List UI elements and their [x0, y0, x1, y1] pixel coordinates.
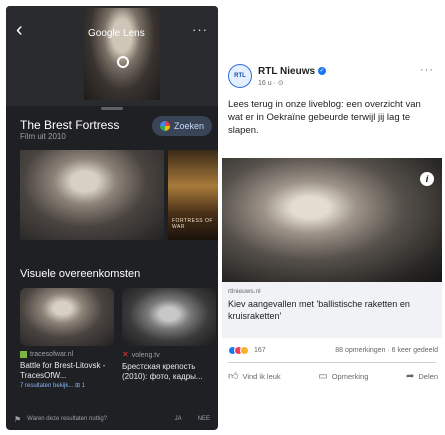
search-button[interactable]: Zoeken — [152, 116, 212, 136]
post-actions: 👍︎ Vind ik leuk ▭ Opmerking ➦ Delen — [228, 370, 438, 383]
visual-match-image[interactable] — [20, 288, 114, 346]
post-options-icon[interactable]: ··· — [420, 64, 434, 76]
site-favicon-icon: ✕ — [122, 350, 129, 359]
sad-reaction-icon — [240, 346, 249, 355]
share-button[interactable]: ➦ Delen — [406, 370, 438, 382]
card-source: ✕ voleng.tv — [122, 351, 216, 359]
link-preview[interactable]: rtlnieuws.nl Kiev aangevallen met 'balli… — [222, 282, 442, 338]
info-icon[interactable]: i — [420, 172, 434, 186]
google-lens-panel: ‹ Google Lens ··· The Brest Fortress Fil… — [6, 6, 218, 430]
divider — [228, 362, 436, 363]
result-image-main[interactable] — [20, 150, 164, 240]
card-source-label: tracesofwar.nl — [30, 351, 74, 358]
post-text: Lees terug in onze liveblog: een overzic… — [228, 99, 421, 136]
card-title[interactable]: Брестская крепость (2010): фото, кадры..… — [122, 362, 216, 382]
post-timestamp[interactable]: 16 u · ⊙ — [258, 79, 284, 87]
drag-handle[interactable] — [101, 107, 123, 110]
feedback-no-button[interactable]: NEE — [198, 416, 210, 422]
link-title[interactable]: Kiev aangevallen met 'ballistische raket… — [228, 298, 436, 322]
card-title[interactable]: Battle for Brest-Litovsk - TracesOfW... — [20, 361, 114, 381]
visual-match-card[interactable]: tracesofwar.nl Battle for Brest-Litovsk … — [20, 288, 114, 394]
like-label: Vind ik leuk — [242, 371, 281, 381]
like-button[interactable]: 👍︎ Vind ik leuk — [228, 370, 281, 382]
lens-header: ‹ Google Lens ··· — [6, 6, 218, 106]
verified-badge-icon: ✓ — [318, 67, 326, 75]
visual-match-card[interactable]: ✕ voleng.tv Брестская крепость (2010): ф… — [122, 288, 216, 394]
lens-query-photo[interactable] — [84, 8, 160, 100]
facebook-post: RTL RTL Nieuws ✓ 16 u · ⊙ ··· Lees terug… — [222, 54, 442, 400]
search-button-label: Zoeken — [173, 121, 205, 131]
result-subtitle: Film uit 2010 — [20, 132, 66, 141]
feedback-icon: ⚑ — [14, 414, 22, 424]
reaction-count[interactable]: 167 — [254, 347, 335, 354]
back-icon[interactable]: ‹ — [16, 20, 23, 40]
feedback-question: Waren deze resultaten nuttig? — [27, 416, 107, 422]
thumbs-up-icon: 👍︎ — [228, 371, 239, 382]
section-title: Visuele overeenkomsten — [20, 268, 141, 280]
comments-shares-count[interactable]: 88 opmerkingen · 6 keer gedeeld — [335, 347, 438, 354]
screenshot-root: ‹ Google Lens ··· The Brest Fortress Fil… — [0, 0, 445, 435]
share-icon: ➦ — [406, 370, 415, 382]
comment-button[interactable]: ▭ Opmerking — [318, 370, 368, 382]
reaction-icons[interactable] — [228, 346, 249, 355]
card-source-label: voleng.tv — [131, 351, 160, 359]
lens-brand-label: Google Lens — [88, 28, 145, 39]
feedback-bar: ⚑ Waren deze resultaten nuttig? JA NEE — [6, 408, 218, 430]
feedback-yes-button[interactable]: JA — [175, 416, 182, 422]
engagement-stats: 167 88 opmerkingen · 6 keer gedeeld — [228, 346, 438, 355]
google-g-icon — [159, 121, 170, 131]
comment-icon: ▭ — [318, 370, 328, 382]
lens-target-icon[interactable] — [117, 56, 129, 68]
poster-caption: FORTRESS OF WAR — [172, 218, 213, 230]
share-label: Delen — [418, 371, 438, 381]
page-name[interactable]: RTL Nieuws — [258, 66, 315, 77]
site-favicon-icon — [20, 351, 27, 358]
more-options-icon[interactable]: ··· — [192, 22, 208, 37]
card-meta[interactable]: 7 resultaten bekijk... ⊞ 1 — [20, 382, 114, 389]
card-source: tracesofwar.nl — [20, 351, 114, 358]
link-domain: rtlnieuws.nl — [228, 288, 261, 295]
visual-match-image[interactable] — [122, 288, 216, 346]
comment-label: Opmerking — [331, 371, 369, 381]
post-link-image[interactable] — [222, 158, 442, 282]
page-avatar[interactable]: RTL — [228, 64, 252, 88]
result-title[interactable]: The Brest Fortress — [20, 118, 119, 132]
